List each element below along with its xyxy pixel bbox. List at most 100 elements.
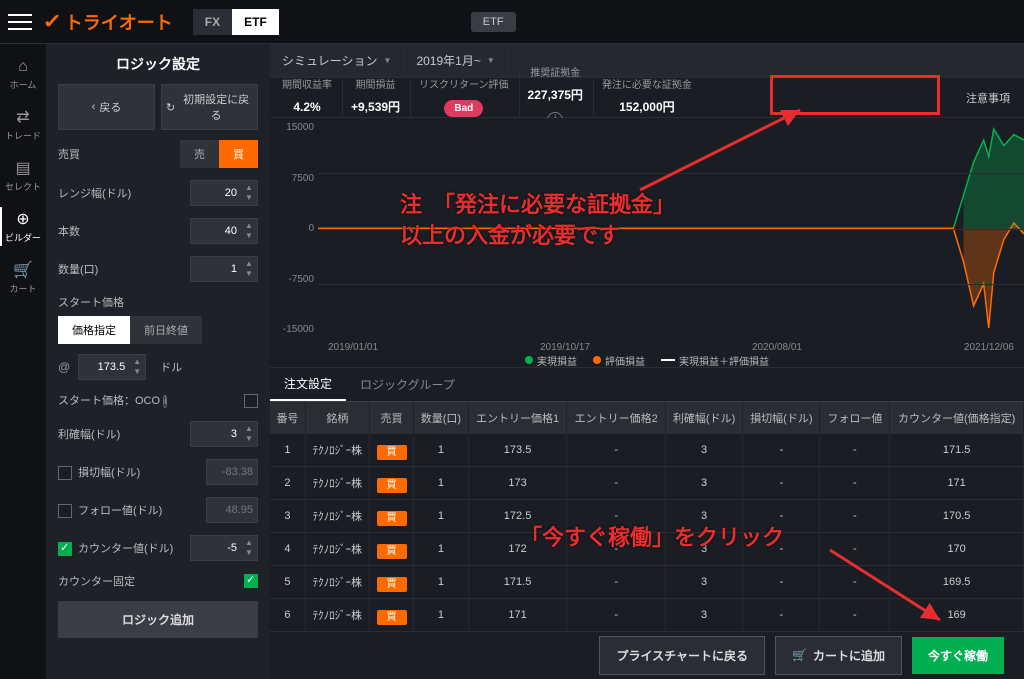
rail-builder[interactable]: ⊕ビルダー bbox=[0, 203, 46, 250]
metric-risk: リスクリターン評価Bad bbox=[410, 79, 517, 117]
count-label: 本数 bbox=[58, 223, 80, 239]
logo: ✓ トライオート bbox=[44, 9, 173, 35]
metric-return: 期間収益率4.2% bbox=[274, 79, 340, 116]
chart-legend: 実現損益 評価損益 実現損益＋評価損益 bbox=[270, 353, 1024, 367]
rail-select[interactable]: ▤セレクト bbox=[0, 152, 46, 199]
qty-input[interactable]: ▲▼ bbox=[190, 256, 258, 282]
topbar: ✓ トライオート FX ETF ETF bbox=[0, 0, 1024, 44]
table-header: 損切幅(ドル) bbox=[743, 402, 820, 434]
table-header: 番号 bbox=[270, 402, 305, 434]
rail-cart[interactable]: 🛒カート bbox=[0, 254, 46, 301]
buysell-segment[interactable]: 売 買 bbox=[180, 140, 258, 168]
start-segment[interactable]: 価格指定 前日終値 bbox=[58, 316, 258, 344]
bad-badge: Bad bbox=[444, 100, 483, 117]
prev-close-option[interactable]: 前日終値 bbox=[130, 316, 202, 344]
tp-input[interactable]: ▲▼ bbox=[190, 421, 258, 447]
left-rail: ⌂ホーム ⇄トレード ▤セレクト ⊕ビルダー 🛒カート bbox=[0, 44, 46, 679]
sidebar-title: ロジック設定 bbox=[58, 54, 258, 74]
back-button[interactable]: ‹戻る bbox=[58, 84, 155, 130]
buy-tag: 買 bbox=[377, 610, 407, 625]
plot-area bbox=[318, 118, 1024, 339]
counter-fix-label: カウンター固定 bbox=[58, 573, 135, 589]
counter-input[interactable]: ▲▼ bbox=[190, 535, 258, 561]
up-icon[interactable]: ▲ bbox=[241, 183, 257, 193]
highlight-required-margin bbox=[770, 75, 940, 115]
follow-label: フォロー値(ドル) bbox=[58, 502, 162, 518]
buy-option[interactable]: 買 bbox=[219, 140, 258, 168]
menu-icon[interactable] bbox=[8, 14, 32, 30]
table-row[interactable]: 5ﾃｸﾉﾛｼﾞｰ株買1171.5-3--169.5 bbox=[270, 566, 1024, 599]
table-row[interactable]: 4ﾃｸﾉﾛｼﾞｰ株買1172-3--170 bbox=[270, 533, 1024, 566]
simulation-chart: 15000 7500 0 -7500 -15000 2019/01/01 201… bbox=[270, 118, 1024, 368]
counter-fix-checkbox[interactable] bbox=[244, 574, 258, 588]
buy-tag: 買 bbox=[377, 544, 407, 559]
chevron-left-icon: ‹ bbox=[92, 101, 96, 113]
range-input[interactable]: ▲▼ bbox=[190, 180, 258, 206]
range-label: レンジ幅(ドル) bbox=[58, 185, 131, 201]
table-header: カウンター値(価格指定) bbox=[890, 402, 1024, 434]
buy-tag: 買 bbox=[377, 577, 407, 592]
down-icon[interactable]: ▼ bbox=[241, 193, 257, 203]
simulation-button[interactable]: シミュレーション▼ bbox=[270, 44, 404, 77]
sell-option[interactable]: 売 bbox=[180, 140, 219, 168]
cart-icon: 🛒 bbox=[13, 260, 33, 280]
count-input[interactable]: ▲▼ bbox=[190, 218, 258, 244]
toggle-etf[interactable]: ETF bbox=[232, 9, 279, 35]
table-row[interactable]: 1ﾃｸﾉﾛｼﾞｰ株買1173.5-3--171.5 bbox=[270, 434, 1024, 467]
period-selector[interactable]: 2019年1月~▼ bbox=[404, 44, 507, 77]
follow-checkbox[interactable] bbox=[58, 504, 72, 518]
info-icon[interactable]: i bbox=[163, 395, 167, 408]
buysell-label: 売買 bbox=[58, 146, 80, 162]
tab-logic-group[interactable]: ロジックグループ bbox=[346, 368, 469, 401]
table-header: エントリー価格1 bbox=[468, 402, 567, 434]
at-symbol: @ bbox=[58, 360, 70, 374]
tab-order-settings[interactable]: 注文設定 bbox=[270, 368, 346, 401]
price-spec-option[interactable]: 価格指定 bbox=[58, 316, 130, 344]
warning-link[interactable]: 注意事項 bbox=[966, 90, 1010, 106]
table-row[interactable]: 6ﾃｸﾉﾛｼﾞｰ株買1171-3--169 bbox=[270, 599, 1024, 632]
sim-bar: シミュレーション▼ 2019年1月~▼ bbox=[270, 44, 1024, 78]
counter-label: カウンター値(ドル) bbox=[58, 540, 173, 556]
metric-pl: 期間損益+9,539円 bbox=[342, 79, 408, 116]
follow-input[interactable] bbox=[206, 497, 258, 523]
buy-tag: 買 bbox=[377, 511, 407, 526]
rail-trade[interactable]: ⇄トレード bbox=[0, 101, 46, 148]
logo-text: トライオート bbox=[65, 9, 173, 35]
back-to-chart-button[interactable]: プライスチャートに戻る bbox=[599, 636, 765, 675]
table-row[interactable]: 3ﾃｸﾉﾛｼﾞｰ株買1172.5-3--170.5 bbox=[270, 500, 1024, 533]
sl-input[interactable] bbox=[206, 459, 258, 485]
sl-checkbox[interactable] bbox=[58, 466, 72, 480]
oco-label: スタート価格：OCO i bbox=[58, 392, 167, 409]
oco-checkbox[interactable] bbox=[244, 394, 258, 408]
table-header: 銘柄 bbox=[305, 402, 369, 434]
home-icon: ⌂ bbox=[18, 58, 28, 76]
start-price-input[interactable]: ▲▼ bbox=[78, 354, 146, 380]
buy-tag: 買 bbox=[377, 478, 407, 493]
chevron-down-icon: ▼ bbox=[384, 56, 392, 65]
tp-label: 利確幅(ドル) bbox=[58, 426, 120, 442]
sl-label: 損切幅(ドル) bbox=[58, 464, 140, 480]
counter-checkbox[interactable] bbox=[58, 542, 72, 556]
select-icon: ▤ bbox=[15, 158, 30, 178]
refresh-icon: ↻ bbox=[166, 101, 175, 114]
order-tabs: 注文設定 ロジックグループ bbox=[270, 368, 1024, 402]
start-price-label: スタート価格 bbox=[58, 294, 258, 310]
run-now-button[interactable]: 今すぐ稼働 bbox=[912, 637, 1004, 674]
table-header: 数量(口) bbox=[414, 402, 469, 434]
logo-arrow-icon: ✓ bbox=[42, 9, 62, 34]
reset-button[interactable]: ↻初期設定に戻る bbox=[161, 84, 258, 130]
table-header: エントリー価格2 bbox=[567, 402, 666, 434]
chevron-down-icon: ▼ bbox=[487, 56, 495, 65]
trade-icon: ⇄ bbox=[16, 107, 29, 127]
product-toggle[interactable]: FX ETF bbox=[193, 9, 279, 35]
rail-home[interactable]: ⌂ホーム bbox=[0, 52, 46, 97]
table-header: フォロー値 bbox=[820, 402, 890, 434]
buy-tag: 買 bbox=[377, 445, 407, 460]
cart-icon: 🛒 bbox=[792, 648, 807, 662]
table-row[interactable]: 2ﾃｸﾉﾛｼﾞｰ株買1173-3--171 bbox=[270, 467, 1024, 500]
y-axis: 15000 7500 0 -7500 -15000 bbox=[270, 118, 318, 339]
toggle-fx[interactable]: FX bbox=[193, 9, 232, 35]
table-header: 売買 bbox=[369, 402, 413, 434]
add-to-cart-button[interactable]: 🛒カートに追加 bbox=[775, 636, 902, 675]
add-logic-button[interactable]: ロジック追加 bbox=[58, 601, 258, 638]
